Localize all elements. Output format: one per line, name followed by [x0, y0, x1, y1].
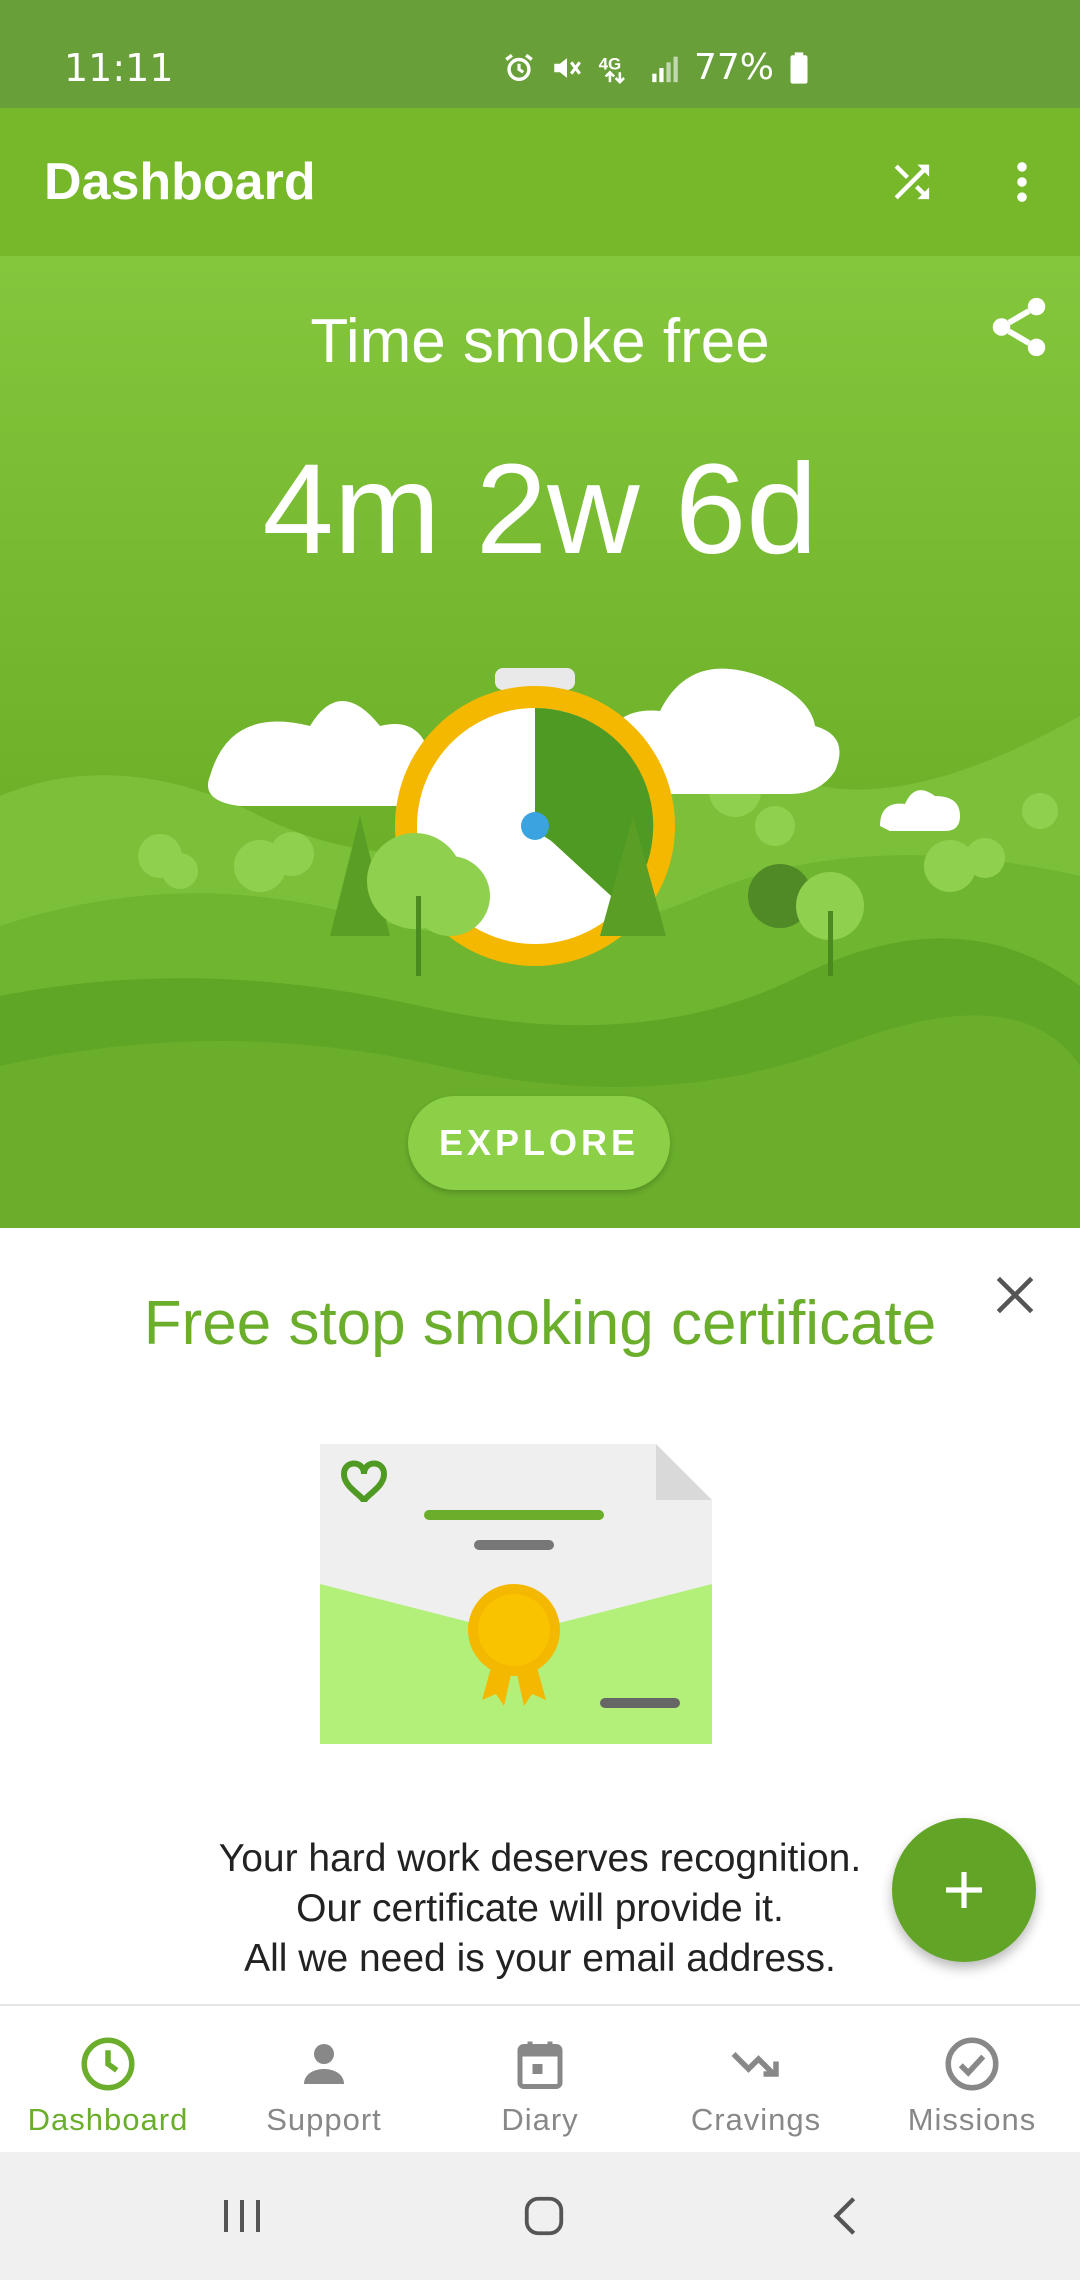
- nav-item-label: Dashboard: [27, 2102, 189, 2137]
- recent-apps-button[interactable]: [182, 2152, 302, 2280]
- nav-item-diary[interactable]: Diary: [432, 2006, 648, 2154]
- system-navigation-bar: [0, 2152, 1080, 2280]
- person-icon: [304, 2044, 344, 2084]
- battery-icon: [790, 52, 808, 84]
- nav-item-cravings[interactable]: Cravings: [648, 2006, 864, 2154]
- home-icon: [524, 2196, 564, 2236]
- more-vert-icon: [1017, 162, 1027, 202]
- mute-icon: [554, 58, 581, 78]
- shuffle-icon: [894, 164, 930, 200]
- smoke-free-label: Time smoke free: [310, 307, 770, 376]
- certificate-illustration: [320, 1444, 712, 1744]
- back-button[interactable]: [786, 2152, 906, 2280]
- trend-down-icon: [731, 2052, 779, 2077]
- clock-icon: [81, 2037, 135, 2091]
- app-bar: Dashboard: [0, 108, 1080, 256]
- nav-item-label: Diary: [501, 2102, 579, 2137]
- plus-icon: [946, 1872, 982, 1908]
- more-options-button[interactable]: [982, 142, 1062, 222]
- nav-item-missions[interactable]: Missions: [864, 2006, 1080, 2154]
- bottom-navigation: Dashboard Support Diary Cravings Mission…: [0, 2004, 1080, 2154]
- status-bar: 11:11 4G 77%: [0, 0, 1080, 108]
- nav-item-label: Cravings: [690, 2102, 822, 2137]
- check-circle-icon: [945, 2037, 999, 2091]
- calendar-icon: [517, 2041, 563, 2089]
- nav-item-label: Support: [266, 2102, 382, 2137]
- recents-icon: [224, 2200, 260, 2232]
- shuffle-button[interactable]: [872, 142, 952, 222]
- back-icon: [833, 2197, 856, 2235]
- signal-icon: [652, 56, 678, 83]
- smoke-free-duration: 4m 2w 6d: [262, 438, 818, 581]
- nav-item-label: Missions: [907, 2102, 1037, 2137]
- status-time: 11:11: [64, 46, 174, 90]
- close-icon[interactable]: [990, 1270, 1040, 1320]
- home-button[interactable]: [484, 2152, 604, 2280]
- smoke-free-hero: Time smoke free 4m 2w 6d EXPLORE: [0, 256, 1080, 1228]
- lte-icon: 4G: [599, 54, 625, 84]
- alarm-icon: [505, 53, 533, 82]
- share-icon[interactable]: [984, 292, 1054, 362]
- certificate-card-title: Free stop smoking certificate: [143, 1289, 937, 1358]
- add-fab-button[interactable]: [892, 1818, 1036, 1962]
- battery-percent: 77%: [693, 47, 774, 88]
- nav-item-support[interactable]: Support: [216, 2006, 432, 2154]
- nav-item-dashboard[interactable]: Dashboard: [0, 2006, 216, 2154]
- explore-button[interactable]: EXPLORE: [408, 1096, 670, 1190]
- page-title: Dashboard: [44, 153, 316, 211]
